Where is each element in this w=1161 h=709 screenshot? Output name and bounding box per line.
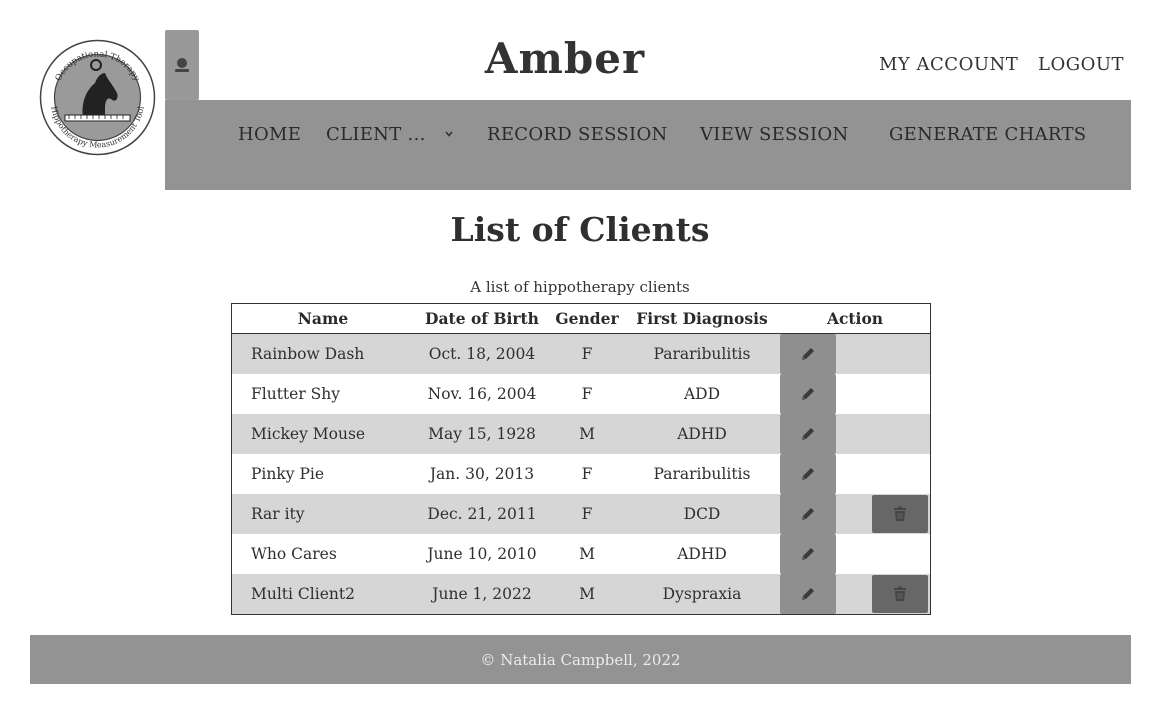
column-header-diagnosis: First Diagnosis xyxy=(636,309,768,328)
table-row: Rainbow Dash Oct. 18, 2004 F Pararibulitis xyxy=(232,334,930,374)
client-diagnosis: ADD xyxy=(683,385,721,403)
client-name: Rar ity xyxy=(251,505,305,523)
row-actions xyxy=(780,574,930,614)
edit-button[interactable] xyxy=(780,534,836,574)
client-name: Flutter Shy xyxy=(251,385,341,403)
nav-generate-charts[interactable]: GENERATE CHARTS xyxy=(889,124,1086,145)
trash-icon xyxy=(894,506,906,521)
row-actions xyxy=(780,334,930,374)
pencil-icon xyxy=(802,388,814,400)
edit-button[interactable] xyxy=(780,494,836,534)
pencil-icon xyxy=(802,548,814,560)
client-gender: F xyxy=(581,385,593,403)
footer: © Natalia Campbell, 2022 xyxy=(30,635,1131,684)
pencil-icon xyxy=(802,428,814,440)
table-caption: A list of hippotherapy clients xyxy=(470,278,690,296)
row-actions xyxy=(780,534,930,574)
client-diagnosis: Pararibulitis xyxy=(653,345,751,363)
page-title: List of Clients xyxy=(450,210,710,249)
client-dob: Nov. 16, 2004 xyxy=(427,385,537,403)
row-actions xyxy=(780,454,930,494)
edit-button[interactable] xyxy=(780,574,836,614)
column-header-name: Name xyxy=(297,309,349,328)
client-diagnosis: ADHD xyxy=(677,425,727,443)
client-diagnosis: ADHD xyxy=(677,545,727,563)
client-diagnosis: Dyspraxia xyxy=(662,585,742,603)
site-title: Amber xyxy=(484,34,646,83)
footer-copyright: © Natalia Campbell, 2022 xyxy=(480,650,681,669)
column-header-gender: Gender xyxy=(555,309,619,328)
client-name: Multi Client2 xyxy=(251,585,355,603)
client-gender: M xyxy=(579,545,595,563)
row-actions xyxy=(780,494,930,534)
app-logo: Occupational Therapy Hippotherapy Measur… xyxy=(39,39,156,156)
pencil-icon xyxy=(802,508,814,520)
edit-button[interactable] xyxy=(780,454,836,494)
client-name: Pinky Pie xyxy=(251,465,325,483)
client-name: Rainbow Dash xyxy=(251,345,365,363)
pencil-icon xyxy=(802,468,814,480)
column-header-dob: Date of Birth xyxy=(425,309,539,328)
pencil-icon xyxy=(802,348,814,360)
trash-icon xyxy=(894,586,906,601)
nav-home[interactable]: HOME xyxy=(238,124,301,145)
table-row: Multi Client2 June 1, 2022 M Dyspraxia xyxy=(232,574,930,614)
client-dob: Jan. 30, 2013 xyxy=(429,465,535,483)
client-gender: F xyxy=(581,345,593,363)
nav-record-session[interactable]: RECORD SESSION xyxy=(487,124,668,145)
client-name: Who Cares xyxy=(251,545,337,563)
client-diagnosis: DCD xyxy=(683,505,721,523)
client-dob: Dec. 21, 2011 xyxy=(427,505,537,523)
clients-table: Name Date of Birth Gender First Diagnosi… xyxy=(231,303,931,615)
table-body: Rainbow Dash Oct. 18, 2004 F Pararibulitis F… xyxy=(232,334,930,614)
row-actions xyxy=(780,374,930,414)
delete-button[interactable] xyxy=(872,495,928,533)
table-header: Name Date of Birth Gender First Diagnosi… xyxy=(232,304,930,334)
my-account-link[interactable]: MY ACCOUNT xyxy=(879,54,1018,75)
nav-view-session[interactable]: VIEW SESSION xyxy=(700,124,849,145)
nav-client-dropdown[interactable]: CLIENT ... xyxy=(326,124,426,145)
row-actions xyxy=(780,414,930,454)
table-row: Who Cares June 10, 2010 M ADHD xyxy=(232,534,930,574)
table-row: Flutter Shy Nov. 16, 2004 F ADD xyxy=(232,374,930,414)
pencil-icon xyxy=(802,588,814,600)
client-dob: June 10, 2010 xyxy=(427,545,537,563)
table-row: Pinky Pie Jan. 30, 2013 F Pararibulitis xyxy=(232,454,930,494)
client-dob: June 1, 2022 xyxy=(432,585,532,603)
table-row: Rar ity Dec. 21, 2011 F DCD xyxy=(232,494,930,534)
edit-button[interactable] xyxy=(780,414,836,454)
client-dob: Oct. 18, 2004 xyxy=(428,345,536,363)
client-name: Mickey Mouse xyxy=(251,425,366,443)
user-icon xyxy=(175,58,189,72)
table-row: Mickey Mouse May 15, 1928 M ADHD xyxy=(232,414,930,454)
client-diagnosis: Pararibulitis xyxy=(653,465,751,483)
client-dob: May 15, 1928 xyxy=(428,425,536,443)
client-gender: M xyxy=(579,425,595,443)
chevron-down-icon[interactable] xyxy=(443,128,455,140)
edit-button[interactable] xyxy=(780,334,836,374)
profile-button[interactable] xyxy=(165,30,199,100)
edit-button[interactable] xyxy=(780,374,836,414)
client-gender: M xyxy=(579,585,595,603)
client-gender: F xyxy=(581,505,593,523)
delete-button[interactable] xyxy=(872,575,928,613)
client-gender: F xyxy=(581,465,593,483)
logout-link[interactable]: LOGOUT xyxy=(1038,54,1124,75)
main-nav: HOME CLIENT ... RECORD SESSION VIEW SESS… xyxy=(165,100,1131,190)
